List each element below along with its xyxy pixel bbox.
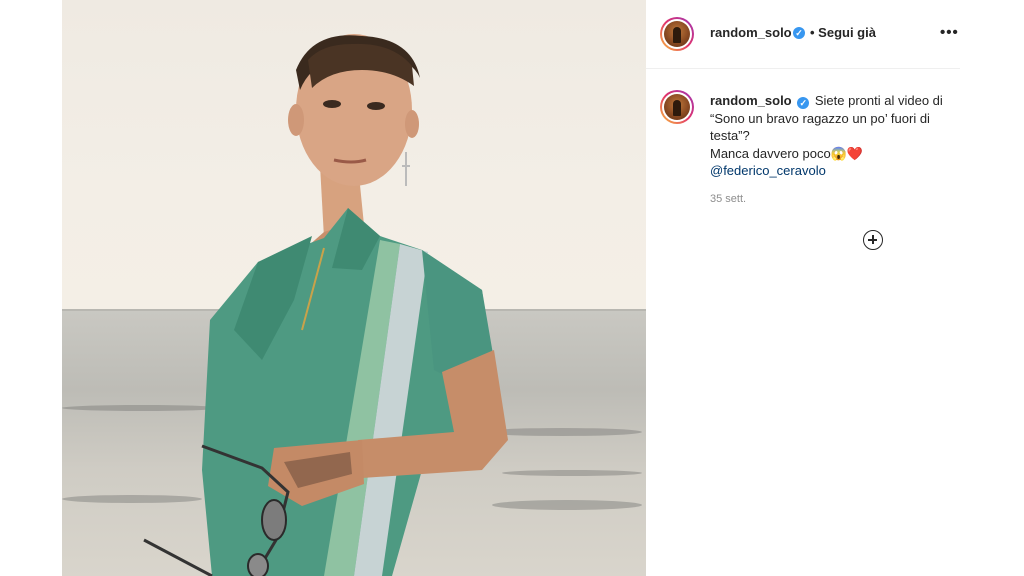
caption-text-line4: Manca davvero poco😱❤️	[710, 145, 864, 161]
post-timestamp[interactable]: 35 sett.	[710, 193, 746, 205]
caption-text-line2: “Sono un bravo ragazzo un po’ fuori di	[710, 110, 930, 126]
caption-mention-link[interactable]: @federico_ceravolo	[710, 163, 826, 178]
verified-badge-icon: ✓	[797, 97, 810, 109]
person-figure	[143, 34, 508, 576]
follow-status-button[interactable]: • Segui già	[810, 25, 876, 40]
more-options-icon[interactable]: •••	[940, 25, 959, 40]
author-username[interactable]: random_solo	[710, 25, 792, 40]
caption-username[interactable]: random_solo	[710, 93, 792, 108]
load-more-comments-icon[interactable]	[863, 230, 883, 250]
author-avatar[interactable]	[660, 17, 694, 51]
instagram-post: random_solo ✓ • Segui già ••• random_sol…	[62, 0, 960, 576]
caption-text-line3: testa”?	[710, 128, 750, 143]
caption-text-line1: Siete pronti al video di	[814, 93, 943, 108]
post-side-panel: random_solo ✓ • Segui già ••• random_sol…	[646, 0, 960, 576]
post-header: random_solo ✓ • Segui già •••	[646, 0, 960, 69]
post-photo[interactable]	[62, 0, 646, 576]
post-caption: random_solo ✓ Siete pronti al video di “…	[710, 92, 955, 180]
verified-badge-icon: ✓	[793, 27, 805, 39]
caption-author-avatar[interactable]	[660, 90, 694, 124]
